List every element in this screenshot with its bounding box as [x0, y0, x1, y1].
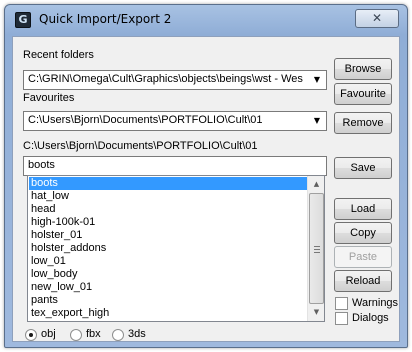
title-bar[interactable]: G Quick Import/Export 2 ✕ [5, 5, 407, 35]
list-item[interactable]: pants [29, 294, 312, 307]
format-radio-3ds[interactable] [112, 329, 124, 341]
list-item[interactable]: high-100k-01 [29, 216, 312, 229]
list-item[interactable]: holster_01 [29, 229, 312, 242]
chevron-down-icon: ▼ [313, 75, 321, 84]
close-icon: ✕ [371, 11, 383, 25]
dialogs-checkbox[interactable] [335, 312, 348, 325]
favourites-label: Favourites [23, 92, 75, 104]
format-radio-obj[interactable] [25, 329, 37, 341]
save-button[interactable]: Save [334, 157, 392, 179]
warnings-checkbox[interactable] [335, 297, 348, 310]
filename-input[interactable]: boots [23, 156, 327, 176]
list-item[interactable]: holster_addons [29, 242, 312, 255]
format-radio-fbx[interactable] [70, 329, 82, 341]
format-label-3ds: 3ds [128, 328, 146, 340]
recent-folders-dropdown[interactable]: C:\GRIN\Omega\Cult\Graphics\objects\bein… [23, 70, 327, 90]
quick-import-export-window: G Quick Import/Export 2 ✕ Recent folders… [4, 4, 408, 348]
paste-button[interactable]: Paste [334, 246, 392, 268]
current-path: C:\Users\Bjorn\Documents\PORTFOLIO\Cult\… [23, 140, 258, 152]
list-item[interactable]: low_body [29, 268, 312, 281]
load-button[interactable]: Load [334, 198, 392, 220]
list-item[interactable]: hat_low [29, 190, 312, 203]
chevron-down-icon: ▼ [313, 116, 321, 125]
close-button[interactable]: ✕ [355, 9, 399, 28]
grip-icon [314, 246, 320, 253]
file-listbox[interactable]: boots hat_low head high-100k-01 holster_… [27, 175, 325, 322]
recent-folders-label: Recent folders [23, 49, 94, 61]
list-item[interactable]: head [29, 203, 312, 216]
list-item[interactable]: low_01 [29, 255, 312, 268]
window-title: Quick Import/Export 2 [39, 12, 172, 26]
list-item[interactable]: new_low_01 [29, 281, 312, 294]
format-label-fbx: fbx [86, 328, 101, 340]
remove-button[interactable]: Remove [334, 112, 392, 134]
favourites-dropdown[interactable]: C:\Users\Bjorn\Documents\PORTFOLIO\Cult\… [23, 111, 327, 131]
scroll-down-icon[interactable]: ▼ [308, 304, 324, 321]
list-item[interactable]: tex_export_high [29, 307, 312, 320]
reload-button[interactable]: Reload [334, 270, 392, 292]
app-icon: G [15, 12, 31, 28]
format-label-obj: obj [41, 328, 56, 340]
favourites-value: C:\Users\Bjorn\Documents\PORTFOLIO\Cult\… [28, 114, 263, 126]
list-item[interactable]: boots [29, 177, 312, 190]
favourite-button[interactable]: Favourite [334, 83, 392, 105]
copy-button[interactable]: Copy [334, 222, 392, 244]
dialogs-label: Dialogs [352, 312, 389, 324]
browse-button[interactable]: Browse [334, 58, 392, 80]
scrollbar-thumb[interactable] [309, 193, 324, 304]
recent-folders-value: C:\GRIN\Omega\Cult\Graphics\objects\bein… [28, 73, 303, 85]
file-list: boots hat_low head high-100k-01 holster_… [29, 177, 312, 320]
warnings-label: Warnings [352, 297, 399, 309]
scroll-up-icon[interactable]: ▲ [308, 176, 324, 193]
list-scrollbar[interactable]: ▲ ▼ [307, 176, 324, 321]
